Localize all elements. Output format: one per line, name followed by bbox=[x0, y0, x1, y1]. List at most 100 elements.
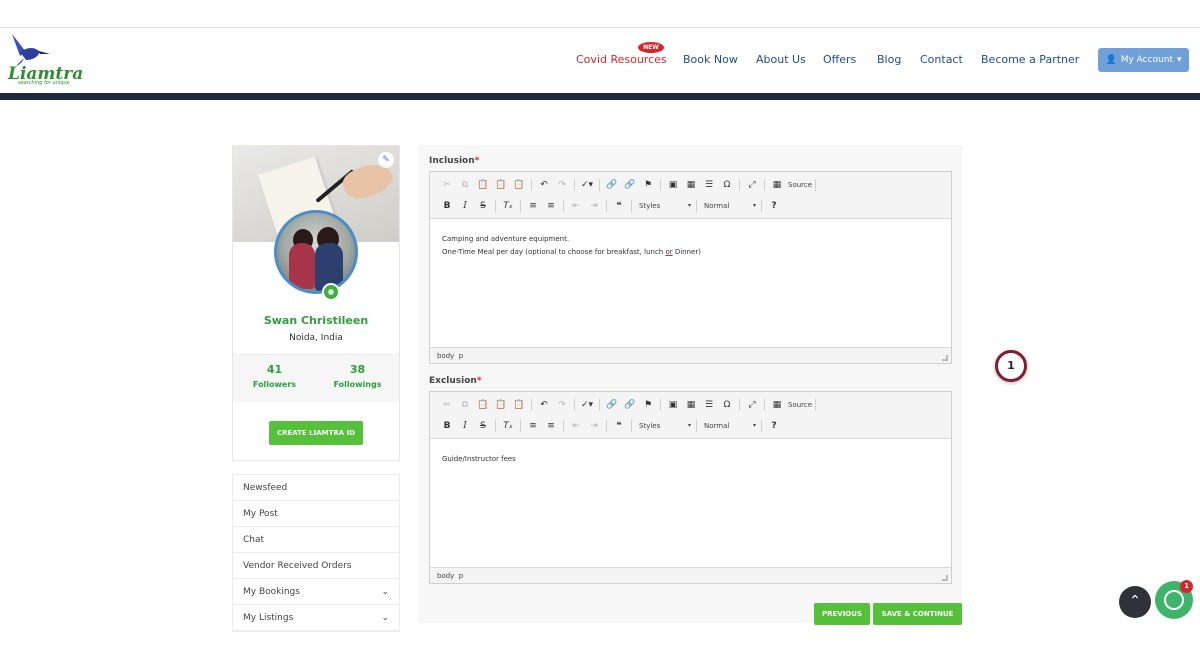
strikethrough-icon[interactable]: S bbox=[474, 417, 492, 435]
table-icon[interactable]: ▦ bbox=[682, 176, 700, 194]
bullet-list-icon[interactable]: ≡ bbox=[542, 197, 560, 215]
numbered-list-icon[interactable]: ≡ bbox=[524, 197, 542, 215]
toolbar-separator bbox=[606, 200, 607, 212]
maximize-icon[interactable]: ⤢ bbox=[743, 176, 761, 194]
indent-icon[interactable]: ⇥ bbox=[585, 197, 603, 215]
link-icon[interactable]: 🔗 bbox=[603, 396, 621, 414]
followings-stat[interactable]: 38 Followings bbox=[316, 363, 399, 389]
chevron-down-icon: ▾ bbox=[687, 202, 691, 209]
resize-grip-icon[interactable] bbox=[942, 575, 948, 581]
bullet-list-icon[interactable]: ≡ bbox=[542, 417, 560, 435]
edit-cover-icon[interactable]: ✎ bbox=[378, 152, 394, 168]
maximize-icon[interactable]: ⤢ bbox=[743, 396, 761, 414]
notification-badge[interactable]: 1 bbox=[995, 350, 1027, 382]
help-icon[interactable]: ? bbox=[765, 417, 783, 435]
outdent-icon[interactable]: ⇤ bbox=[567, 197, 585, 215]
menu-item-chat[interactable]: Chat bbox=[233, 527, 399, 553]
followers-stat[interactable]: 41 Followers bbox=[233, 363, 316, 389]
inclusion-content[interactable]: Camping and adventure equipment. One-Tim… bbox=[430, 219, 951, 347]
cut-icon[interactable]: ✂ bbox=[438, 176, 456, 194]
source-icon[interactable]: ▦ bbox=[768, 176, 786, 194]
paste-icon[interactable]: 📋 bbox=[474, 176, 492, 194]
nav-covid-resources[interactable]: Covid Resources bbox=[576, 53, 667, 69]
camera-icon[interactable]: ◉ bbox=[322, 283, 340, 301]
anchor-flag-icon[interactable]: ⚑ bbox=[639, 176, 657, 194]
menu-item-newsfeed[interactable]: Newsfeed bbox=[233, 475, 399, 501]
paste-word-icon[interactable]: 📋 bbox=[510, 176, 528, 194]
chat-bubble-icon bbox=[1164, 590, 1184, 610]
copy-icon[interactable]: ⧉ bbox=[456, 176, 474, 194]
toolbar-separator bbox=[764, 179, 765, 191]
format-dropdown[interactable]: Normal ▾ bbox=[700, 198, 758, 214]
image-icon[interactable]: ▣ bbox=[664, 176, 682, 194]
styles-dropdown[interactable]: Styles ▾ bbox=[635, 198, 693, 214]
horizontal-line-icon[interactable]: ☰ bbox=[700, 176, 718, 194]
indent-icon[interactable]: ⇥ bbox=[585, 417, 603, 435]
special-char-icon[interactable]: Ω bbox=[718, 396, 736, 414]
menu-item-my-listings[interactable]: My Listings ⌄ bbox=[233, 605, 399, 631]
nav-become-partner[interactable]: Become a Partner bbox=[981, 53, 1079, 69]
paste-text-icon[interactable]: 📋 bbox=[492, 396, 510, 414]
remove-format-icon[interactable]: Tₓ bbox=[499, 417, 517, 435]
nav-blog[interactable]: Blog bbox=[877, 53, 901, 69]
outdent-icon[interactable]: ⇤ bbox=[567, 417, 585, 435]
source-button[interactable]: Source bbox=[786, 181, 812, 189]
menu-item-vendor-orders[interactable]: Vendor Received Orders bbox=[233, 553, 399, 579]
anchor-flag-icon[interactable]: ⚑ bbox=[639, 396, 657, 414]
link-icon[interactable]: 🔗 bbox=[603, 176, 621, 194]
path-body[interactable]: body bbox=[437, 572, 454, 580]
bold-icon[interactable]: B bbox=[438, 197, 456, 215]
cut-icon[interactable]: ✂ bbox=[438, 396, 456, 414]
source-button[interactable]: Source bbox=[786, 401, 812, 409]
nav-book-now[interactable]: Book Now bbox=[683, 53, 738, 69]
numbered-list-icon[interactable]: ≡ bbox=[524, 417, 542, 435]
menu-item-my-bookings[interactable]: My Bookings ⌄ bbox=[233, 579, 399, 605]
path-p[interactable]: p bbox=[459, 572, 463, 580]
redo-icon[interactable]: ↷ bbox=[553, 176, 571, 194]
nav-contact[interactable]: Contact bbox=[920, 53, 963, 69]
my-account-button[interactable]: 👤 My Account ▾ bbox=[1098, 48, 1189, 72]
nav-offers[interactable]: Offers bbox=[823, 53, 856, 69]
nav-about-us[interactable]: About Us bbox=[756, 53, 806, 69]
toolbar-separator bbox=[631, 200, 632, 212]
unlink-icon[interactable]: 🔗 bbox=[621, 176, 639, 194]
copy-icon[interactable]: ⧉ bbox=[456, 396, 474, 414]
blockquote-icon[interactable]: ❝ bbox=[610, 417, 628, 435]
remove-format-icon[interactable]: Tₓ bbox=[499, 197, 517, 215]
create-liamtra-id-button[interactable]: CREATE LIAMTRA ID bbox=[269, 421, 363, 445]
bold-icon[interactable]: B bbox=[438, 417, 456, 435]
menu-item-my-post[interactable]: My Post bbox=[233, 501, 399, 527]
resize-grip-icon[interactable] bbox=[942, 355, 948, 361]
unlink-icon[interactable]: 🔗 bbox=[621, 396, 639, 414]
exclusion-content[interactable]: Guide/Instructor fees bbox=[430, 439, 951, 567]
side-menu: Newsfeed My Post Chat Vendor Received Or… bbox=[232, 474, 400, 632]
paste-word-icon[interactable]: 📋 bbox=[510, 396, 528, 414]
special-char-icon[interactable]: Ω bbox=[718, 176, 736, 194]
followings-label: Followings bbox=[333, 380, 382, 389]
paste-icon[interactable]: 📋 bbox=[474, 396, 492, 414]
avatar bbox=[274, 210, 358, 294]
source-icon[interactable]: ▦ bbox=[768, 396, 786, 414]
help-icon[interactable]: ? bbox=[765, 197, 783, 215]
undo-icon[interactable]: ↶ bbox=[535, 176, 553, 194]
previous-button[interactable]: PREVIOUS bbox=[814, 603, 870, 625]
horizontal-line-icon[interactable]: ☰ bbox=[700, 396, 718, 414]
strikethrough-icon[interactable]: S bbox=[474, 197, 492, 215]
table-icon[interactable]: ▦ bbox=[682, 396, 700, 414]
styles-dropdown[interactable]: Styles ▾ bbox=[635, 418, 693, 434]
paste-text-icon[interactable]: 📋 bbox=[492, 176, 510, 194]
undo-icon[interactable]: ↶ bbox=[535, 396, 553, 414]
path-p[interactable]: p bbox=[459, 352, 463, 360]
image-icon[interactable]: ▣ bbox=[664, 396, 682, 414]
save-continue-button[interactable]: SAVE & CONTINUE bbox=[873, 603, 962, 625]
italic-icon[interactable]: I bbox=[456, 417, 474, 435]
blockquote-icon[interactable]: ❝ bbox=[610, 197, 628, 215]
italic-icon[interactable]: I bbox=[456, 197, 474, 215]
path-body[interactable]: body bbox=[437, 352, 454, 360]
exclusion-label: Exclusion* bbox=[429, 376, 482, 386]
spellcheck-icon[interactable]: ✓▾ bbox=[578, 176, 596, 194]
spellcheck-icon[interactable]: ✓▾ bbox=[578, 396, 596, 414]
scroll-to-top-button[interactable]: ⌃ bbox=[1119, 586, 1151, 618]
format-dropdown[interactable]: Normal ▾ bbox=[700, 418, 758, 434]
redo-icon[interactable]: ↷ bbox=[553, 396, 571, 414]
